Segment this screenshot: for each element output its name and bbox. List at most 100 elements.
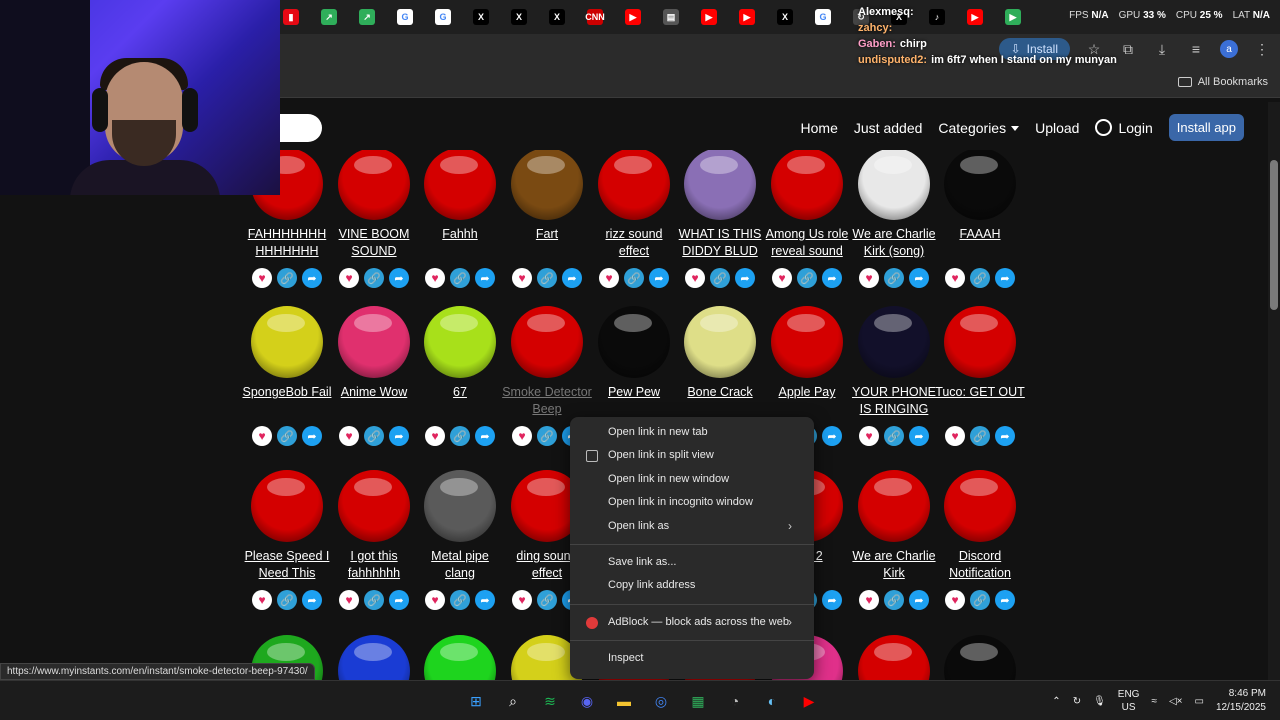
play-sound-button[interactable]	[771, 306, 843, 378]
sound-title-link[interactable]: Fart	[502, 226, 592, 260]
share-icon[interactable]: ➦	[909, 268, 929, 288]
browser-tab[interactable]: G	[386, 4, 424, 30]
share-icon[interactable]: ➦	[822, 426, 842, 446]
play-sound-button[interactable]	[424, 635, 496, 680]
volume-icon[interactable]: ◁×	[1169, 696, 1183, 707]
context-menu-item[interactable]: Open link in new tab	[570, 421, 814, 444]
link-icon[interactable]: 🔗	[884, 590, 904, 610]
heart-icon[interactable]: ♥	[339, 590, 359, 610]
browser-tab[interactable]: ↗	[310, 4, 348, 30]
sound-title-link[interactable]: WHAT IS THIS DIDDY BLUD	[675, 226, 765, 260]
link-icon[interactable]: 🔗	[364, 426, 384, 446]
heart-icon[interactable]: ♥	[339, 268, 359, 288]
share-icon[interactable]: ➦	[909, 426, 929, 446]
language-indicator[interactable]: ENG US	[1118, 688, 1140, 714]
menu-kebab-icon[interactable]: ⋮	[1252, 39, 1272, 59]
browser-tab[interactable]: G	[424, 4, 462, 30]
play-sound-button[interactable]	[858, 306, 930, 378]
share-icon[interactable]: ➦	[389, 426, 409, 446]
heart-icon[interactable]: ♥	[772, 268, 792, 288]
context-menu-item[interactable]: AdBlock — block ads across the web ›	[570, 611, 814, 634]
browser-tab[interactable]: ↗	[348, 4, 386, 30]
play-sound-button[interactable]	[944, 306, 1016, 378]
spotify-icon[interactable]: ≋	[536, 687, 564, 715]
play-sound-button[interactable]	[251, 306, 323, 378]
play-sound-button[interactable]	[511, 306, 583, 378]
browser-tab[interactable]: X	[462, 4, 500, 30]
context-menu-item[interactable]: Open link in incognito window	[570, 491, 814, 514]
share-icon[interactable]: ➦	[735, 268, 755, 288]
link-icon[interactable]: 🔗	[364, 268, 384, 288]
share-icon[interactable]: ➦	[302, 426, 322, 446]
sound-title-link[interactable]: I got this fahhhhhh	[329, 548, 419, 582]
sound-title-link[interactable]: Discord Notification	[935, 548, 1025, 582]
play-sound-button[interactable]	[338, 470, 410, 542]
sound-title-link[interactable]: Metal pipe clang	[415, 548, 505, 582]
link-icon[interactable]: 🔗	[884, 426, 904, 446]
play-sound-button[interactable]	[598, 150, 670, 220]
heart-icon[interactable]: ♥	[685, 268, 705, 288]
sync-icon[interactable]: ↻	[1073, 696, 1081, 707]
play-sound-button[interactable]	[598, 306, 670, 378]
install-app-button[interactable]: Install app	[1168, 114, 1244, 141]
heart-icon[interactable]: ♥	[512, 590, 532, 610]
context-menu-item[interactable]: Open link in new window	[570, 468, 814, 491]
heart-icon[interactable]: ♥	[945, 268, 965, 288]
sound-title-link[interactable]: Tuco: GET OUT	[935, 384, 1025, 418]
share-icon[interactable]: ➦	[995, 590, 1015, 610]
link-icon[interactable]: 🔗	[277, 268, 297, 288]
heart-icon[interactable]: ♥	[945, 590, 965, 610]
scrollbar-thumb[interactable]	[1270, 160, 1278, 310]
play-sound-button[interactable]	[338, 150, 410, 220]
share-icon[interactable]: ➦	[562, 268, 582, 288]
link-icon[interactable]: 🔗	[970, 590, 990, 610]
share-icon[interactable]: ➦	[822, 268, 842, 288]
play-sound-button[interactable]	[511, 150, 583, 220]
share-icon[interactable]: ➦	[475, 268, 495, 288]
link-icon[interactable]: 🔗	[537, 268, 557, 288]
browser-tab[interactable]: G	[804, 4, 842, 30]
heart-icon[interactable]: ♥	[512, 268, 532, 288]
heart-icon[interactable]: ♥	[859, 426, 879, 446]
sound-title-link[interactable]: YOUR PHONE IS RINGING	[849, 384, 939, 418]
context-menu-item[interactable]: Copy link address	[570, 574, 814, 597]
sound-title-link[interactable]: Anime Wow	[329, 384, 419, 418]
microphone-icon[interactable]: 🎙	[1093, 696, 1106, 707]
browser-tab[interactable]: ▶	[728, 4, 766, 30]
heart-icon[interactable]: ♥	[425, 268, 445, 288]
heart-icon[interactable]: ♥	[339, 426, 359, 446]
nav-login[interactable]: Login	[1095, 119, 1153, 136]
nav-just-added[interactable]: Just added	[854, 120, 923, 136]
heart-icon[interactable]: ♥	[252, 590, 272, 610]
sound-title-link[interactable]: We are Charlie Kirk	[849, 548, 939, 582]
play-sound-button[interactable]	[424, 306, 496, 378]
app-icon[interactable]: ◔	[721, 687, 749, 715]
link-icon[interactable]: 🔗	[537, 590, 557, 610]
play-sound-button[interactable]	[858, 150, 930, 220]
play-sound-button[interactable]	[684, 306, 756, 378]
browser-tab[interactable]: X	[500, 4, 538, 30]
context-menu-item[interactable]: Open link as ›	[570, 515, 814, 538]
play-sound-button[interactable]	[944, 635, 1016, 680]
link-icon[interactable]: 🔗	[364, 590, 384, 610]
share-icon[interactable]: ➦	[649, 268, 669, 288]
sound-title-link[interactable]: Please Speed I Need This	[242, 548, 332, 582]
share-icon[interactable]: ➦	[995, 268, 1015, 288]
sound-title-link[interactable]: FAAAH	[935, 226, 1025, 260]
wifi-icon[interactable]: ≈	[1151, 696, 1157, 707]
play-sound-button[interactable]	[858, 635, 930, 680]
share-icon[interactable]: ➦	[475, 426, 495, 446]
browser-tab[interactable]: ▶	[614, 4, 652, 30]
sound-title-link[interactable]: SpongeBob Fail	[242, 384, 332, 418]
play-sound-button[interactable]	[251, 470, 323, 542]
profile-avatar[interactable]: a	[1220, 40, 1238, 58]
heart-icon[interactable]: ♥	[859, 268, 879, 288]
link-icon[interactable]: 🔗	[797, 268, 817, 288]
share-icon[interactable]: ➦	[302, 590, 322, 610]
link-icon[interactable]: 🔗	[624, 268, 644, 288]
share-icon[interactable]: ➦	[389, 590, 409, 610]
all-bookmarks-button[interactable]: All Bookmarks	[1177, 76, 1268, 88]
sound-title-link[interactable]: rizz sound effect	[589, 226, 679, 260]
app-icon[interactable]: ▦	[684, 687, 712, 715]
share-icon[interactable]: ➦	[302, 268, 322, 288]
